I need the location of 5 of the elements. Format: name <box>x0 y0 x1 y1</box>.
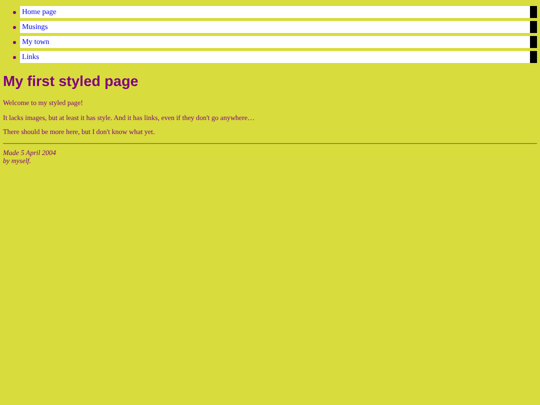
bullet-icon <box>13 10 16 14</box>
bullet-icon <box>13 56 16 58</box>
bullet-icon <box>13 40 16 44</box>
page-heading: My first styled page <box>3 73 140 91</box>
bullet-icon <box>13 26 16 28</box>
